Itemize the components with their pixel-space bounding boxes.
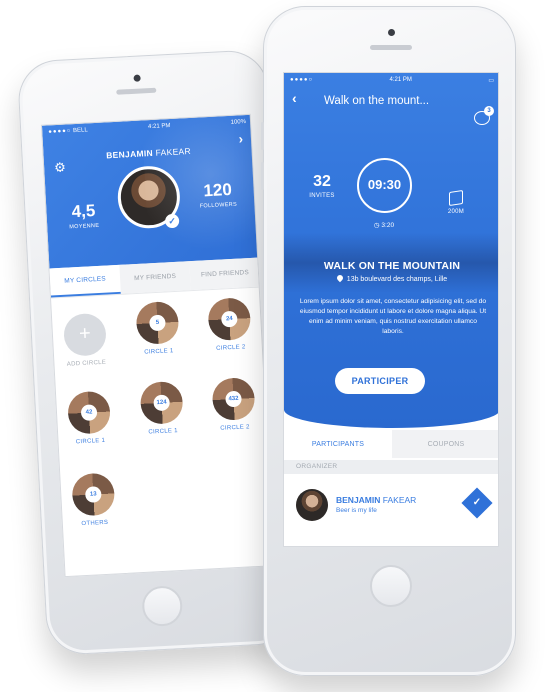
circle-avatars: 432 [211,376,256,422]
right-screen: ●●●●○ 4:21 PM ▭ ‹ Walk on the mount... 3… [283,72,499,547]
address-text: 13b boulevard des champs, Lille [346,276,448,283]
battery-label: 100% [230,119,247,126]
back-chevron-icon[interactable]: ‹ [292,90,297,106]
status-bar: ●●●●○ 4:21 PM ▭ [290,77,494,84]
tab-participants[interactable]: PARTICIPANTS [284,430,392,458]
circle-avatars: 24 [207,297,252,342]
organizer-first-name: BENJAMIN [336,495,381,505]
avatar [296,489,328,521]
circle-item[interactable]: 5 CIRCLE 1 [131,300,184,357]
member-count-badge: 124 [153,394,171,412]
left-screen: ●●●●○ BELL 4:21 PM 100% ⚙ › BENJAMIN FAK… [40,113,275,578]
duration-row: ◷ 3:20 [373,222,395,229]
tab-my-circles[interactable]: MY CIRCLES [49,264,121,298]
organizer-name: BENJAMIN FAKEAR [336,495,416,505]
member-count-badge: 24 [220,310,238,328]
right-phone: ●●●●○ 4:21 PM ▭ ‹ Walk on the mount... 3… [261,6,516,676]
tab-find-friends[interactable]: FIND FRIENDS [189,257,261,291]
event-tab-bar: PARTICIPANTS COUPONS [284,430,498,458]
followers-value: 120 [202,179,233,201]
member-count-badge: 13 [84,486,102,503]
circle-avatars: 5 [135,300,180,346]
carrier-label: BELL [72,127,88,135]
organizer-section-label: ORGANIZER [284,460,498,474]
circle-item[interactable]: 42 CIRCLE 1 [63,390,116,446]
circle-avatars: 42 [66,390,112,435]
member-count-badge: 5 [149,314,166,332]
check-button[interactable]: ✓ [461,487,493,519]
circle-item[interactable]: 124 CIRCLE 1 [136,380,189,437]
status-time: 4:21 PM [389,77,412,83]
rating-stat: 4,5 MOYENNE [58,200,109,231]
organizer-row[interactable]: BENJAMIN FAKEAR Beer is my life ✓ [284,483,498,533]
check-icon: ✓ [472,497,482,508]
camera [133,74,141,82]
event-name: WALK ON THE MOUNTAIN [323,260,461,272]
circle-avatars: 13 [71,472,116,517]
plus-icon: + [62,312,108,357]
chevron-right-icon[interactable]: › [238,131,243,146]
volume-button [261,162,264,190]
followers-stat: 120 FOLLOWERS [187,179,248,210]
followers-label: FOLLOWERS [199,201,238,210]
tab-coupons[interactable]: COUPONS [392,430,498,458]
circle-label: ADD CIRCLE [66,359,107,368]
notification-badge: 3 [484,106,494,116]
circle-item[interactable]: 432 CIRCLE 2 [207,376,260,433]
distance-value: 200M [447,209,465,215]
circle-item[interactable]: 24 CIRCLE 2 [203,297,256,353]
invites-stat: 32 INVITES [300,173,344,199]
distance-stat: 200M [434,190,478,215]
time-ring: 09:30 [357,158,412,213]
organizer-last-name: FAKEAR [382,495,417,505]
map-icon [449,190,463,206]
rating-value: 4,5 [71,201,96,222]
left-phone: ●●●●○ BELL 4:21 PM 100% ⚙ › BENJAMIN FAK… [16,48,298,657]
avatar[interactable] [116,164,182,230]
circle-label: CIRCLE 2 [220,424,250,432]
add-circle-button[interactable]: + ADD CIRCLE [59,312,112,368]
rating-label: MOYENNE [69,222,100,231]
camera [388,29,395,36]
invites-count: 32 [313,173,331,190]
home-button[interactable] [141,585,184,628]
member-count-badge: 42 [80,404,98,422]
page-title: Walk on the mount... [324,95,430,107]
member-count-badge: 432 [225,390,242,408]
invites-label: INVITES [309,193,335,199]
circle-label: CIRCLE 2 [216,344,246,352]
mockup-stage: ●●●●○ BELL 4:21 PM 100% ⚙ › BENJAMIN FAK… [0,0,550,692]
participer-button[interactable]: PARTICIPER [335,368,425,394]
circle-item[interactable]: 13 OTHERS [67,472,120,528]
profile-first-name: BENJAMIN [105,147,154,161]
verified-check-icon: ✓ [164,213,180,229]
duration-value: 3:20 [381,222,395,229]
speaker [370,45,412,50]
home-button[interactable] [370,565,412,607]
status-time: 4:21 PM [147,122,171,131]
volume-button [261,122,264,150]
circle-label: CIRCLE 1 [148,428,178,436]
profile-name: BENJAMIN FAKEAR [43,143,253,164]
organizer-tagline: Beer is my life [336,507,377,514]
circle-label: OTHERS [81,519,109,528]
location-pin-icon [335,273,345,283]
profile-header: ●●●●○ BELL 4:21 PM 100% ⚙ › BENJAMIN FAK… [41,114,260,269]
circle-avatars: 124 [139,380,184,425]
event-header: ●●●●○ 4:21 PM ▭ ‹ Walk on the mount... 3… [284,73,498,428]
speaker [116,87,157,95]
circle-label: CIRCLE 1 [75,437,106,446]
status-bar: ●●●●○ BELL 4:21 PM 100% [48,119,247,136]
tab-my-friends[interactable]: MY FRIENDS [119,261,191,294]
event-address: 13b boulevard des champs, Lille [284,273,498,283]
event-description: Lorem ipsum dolor sit amet, consectetur … [299,298,487,335]
circle-label: CIRCLE 1 [144,348,174,356]
profile-last-name: FAKEAR [155,145,192,158]
